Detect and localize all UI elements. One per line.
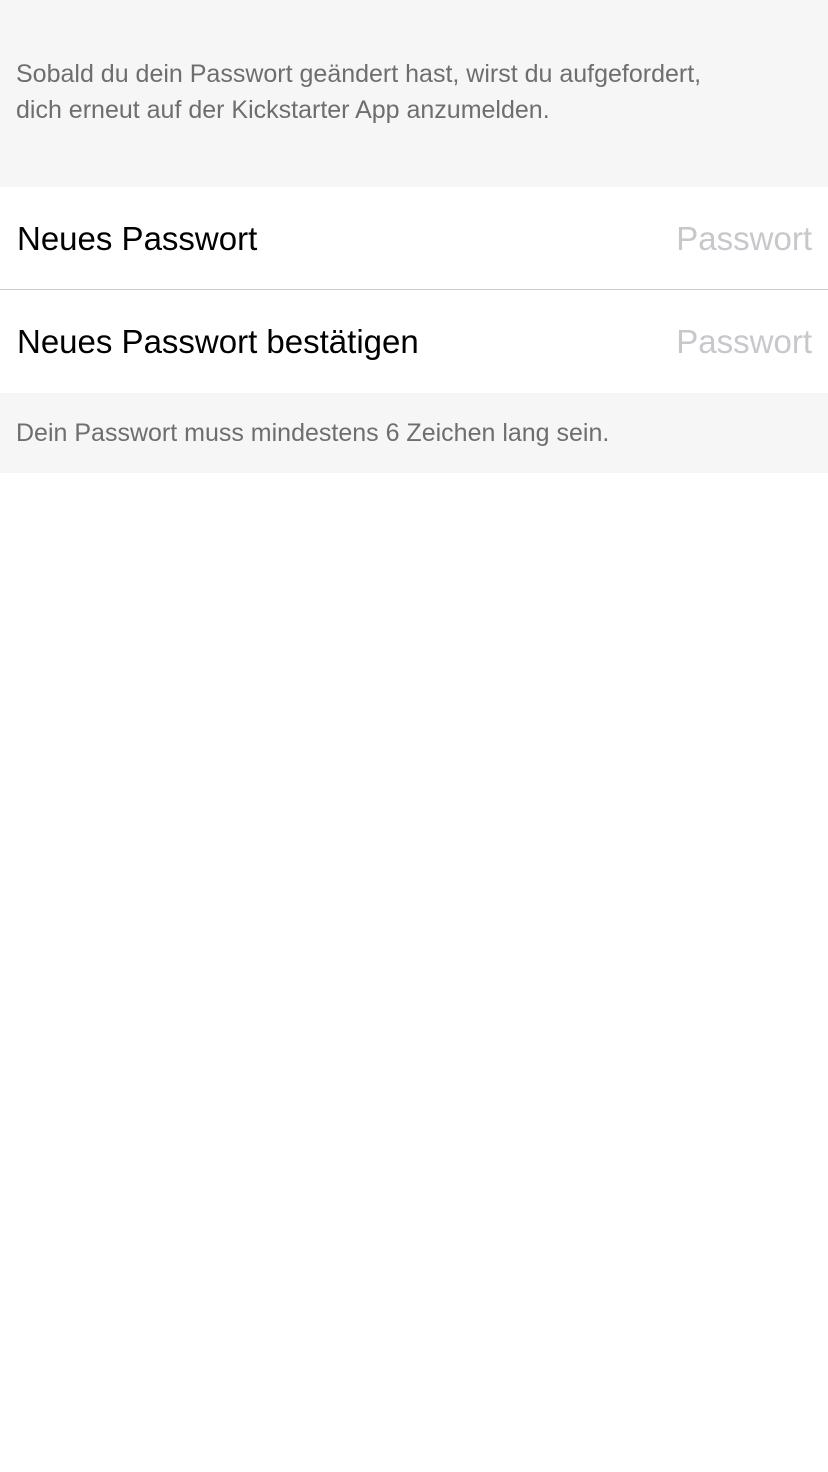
info-text-line-2: dich erneut auf der Kickstarter App anzu… (16, 96, 550, 124)
password-requirement-text: Dein Passwort muss mindestens 6 Zeichen … (16, 418, 610, 447)
new-password-input[interactable] (552, 219, 812, 258)
info-header: Sobald du dein Passwort geändert hast, w… (0, 0, 828, 187)
new-password-row[interactable]: Neues Passwort (0, 187, 828, 290)
info-text-line-1: Sobald du dein Passwort geändert hast, w… (16, 60, 702, 88)
confirm-password-row[interactable]: Neues Passwort bestätigen (0, 290, 828, 393)
change-password-screen: Sobald du dein Passwort geändert hast, w… (0, 0, 828, 1472)
password-form: Neues Passwort Neues Passwort bestätigen (0, 187, 828, 393)
confirm-password-input[interactable] (552, 322, 812, 361)
confirm-password-label: Neues Passwort bestätigen (17, 322, 419, 360)
password-requirement-note: Dein Passwort muss mindestens 6 Zeichen … (0, 393, 828, 473)
new-password-label: Neues Passwort (17, 219, 258, 257)
